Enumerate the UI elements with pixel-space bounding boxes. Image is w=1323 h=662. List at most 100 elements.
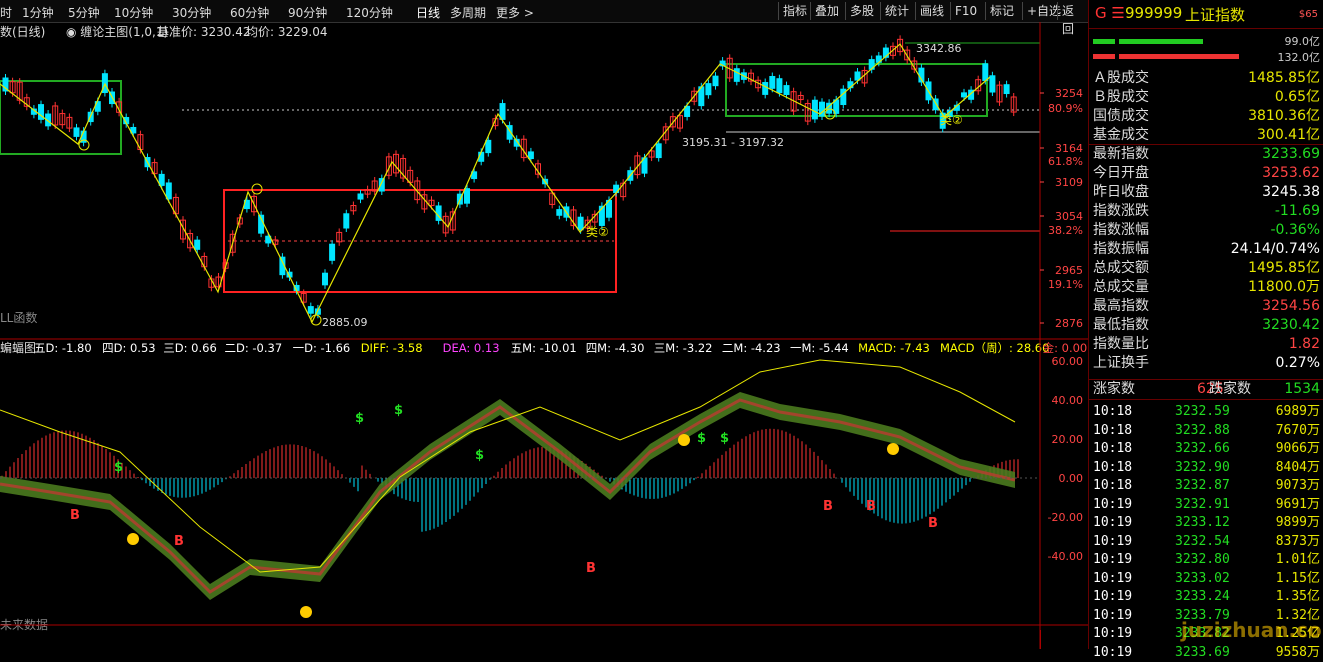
tick-volume: 7670万 xyxy=(1275,422,1320,438)
stat-value: 11800.0万 xyxy=(1248,279,1320,295)
tick-time: 10:18 xyxy=(1093,459,1133,475)
badge: $65 xyxy=(1298,9,1318,20)
tick-price: 3233.02 xyxy=(1175,570,1230,586)
chart-area[interactable]: 数(日线) ◉ 缠论主图(1,0,1)基准价: 3230.42均价: 3229.0… xyxy=(0,22,1088,649)
legend-item: DEA: 0.13 xyxy=(443,341,500,355)
watermark: juzizhuan.com xyxy=(1181,618,1323,642)
stat-value: 3254.56 xyxy=(1262,298,1320,314)
stat-row: 总成交量 11800.0万 xyxy=(1089,278,1323,297)
buy-signal: B xyxy=(70,508,80,523)
legend-item: 二M: -4.23 xyxy=(722,341,781,355)
tick-row: 10:18 3232.66 9066万 xyxy=(1089,439,1323,458)
legend-item: 五D: -1.80 xyxy=(34,341,92,355)
tick-row: 10:18 3232.88 7670万 xyxy=(1089,421,1323,440)
stat-row: 上证换手 0.27% xyxy=(1089,354,1323,373)
tick-time: 10:19 xyxy=(1093,552,1133,567)
stat-value: 24.14/0.74% xyxy=(1230,241,1320,257)
down-count: 1534 xyxy=(1284,381,1320,397)
period-tab[interactable]: 10分钟 xyxy=(114,4,153,21)
toolbar-button[interactable]: F10 xyxy=(950,2,981,20)
tick-volume: 9066万 xyxy=(1275,441,1320,456)
period-tab[interactable]: 60分钟 xyxy=(230,4,269,21)
sub-y-tick: -40.00 xyxy=(1048,550,1083,563)
period-tab[interactable]: 120分钟 xyxy=(346,4,393,21)
toolbar-button[interactable]: 标记 xyxy=(985,2,1018,20)
tick-price: 3233.24 xyxy=(1175,589,1230,604)
tick-price: 3232.91 xyxy=(1175,496,1230,512)
volume-bar-red-2 xyxy=(1119,54,1239,59)
tick-volume: 9073万 xyxy=(1275,478,1320,493)
bar2-value: 132.0亿 xyxy=(1277,51,1321,64)
face-icon xyxy=(887,443,899,455)
buy-signal: B xyxy=(174,534,184,549)
tick-time: 10:18 xyxy=(1093,404,1133,419)
tick-price: 3233.69 xyxy=(1175,644,1230,660)
toolbar-button[interactable]: 多股 xyxy=(845,2,878,20)
stat-label: 指数量比 xyxy=(1093,336,1149,352)
period-tab[interactable]: 5分钟 xyxy=(68,4,100,21)
tick-time: 10:19 xyxy=(1093,607,1133,623)
tick-price: 3232.90 xyxy=(1175,459,1230,475)
pct-tick: 61.8% xyxy=(1048,155,1083,168)
bat-indicator-chart: 蝙蝠图五D: -1.80 四D: 0.53 三D: 0.66 二D: -0.37 一D:… xyxy=(0,340,1087,632)
tick-volume: 1.15亿 xyxy=(1275,570,1320,586)
tick-row: 10:19 3232.54 8373万 xyxy=(1089,532,1323,551)
tick-price: 3232.87 xyxy=(1175,478,1230,493)
pct-tick: 38.2% xyxy=(1048,224,1083,237)
legend-item: MACD（周）: 28.60 xyxy=(940,341,1049,355)
tick-price: 3232.59 xyxy=(1175,404,1230,419)
main-title: 数(日线) xyxy=(0,24,45,39)
period-tab-bottom[interactable] xyxy=(1040,630,1089,649)
indicator-label: ◉ 缠论主图(1,0,1) xyxy=(66,24,168,39)
chan-label: 类② xyxy=(586,225,609,239)
zigzag-line xyxy=(0,43,991,324)
stat-value: 3253.62 xyxy=(1262,165,1320,181)
period-tab[interactable]: 1分钟 xyxy=(22,4,54,21)
sub-y-tick: 0.00 xyxy=(1059,472,1084,485)
stat-row: 昨日收盘 3245.38 xyxy=(1089,183,1323,202)
tick-volume: 6989万 xyxy=(1275,404,1320,419)
pct-tick: 80.9% xyxy=(1048,102,1083,115)
stat-label: 指数振幅 xyxy=(1093,241,1149,257)
face-icon xyxy=(127,533,139,545)
toolbar-button[interactable]: 指标 xyxy=(778,2,811,20)
stat-label: 国债成交 xyxy=(1093,108,1149,124)
period-tab[interactable]: 90分钟 xyxy=(288,4,327,21)
tick-volume: 1.35亿 xyxy=(1275,589,1320,604)
stat-row: 今日开盘 3253.62 xyxy=(1089,164,1323,183)
main-bottom-label: LL函数 xyxy=(0,310,37,325)
tick-volume: 9558万 xyxy=(1275,644,1320,660)
up-label: 涨家数 xyxy=(1093,381,1135,397)
price-tick: 3109 xyxy=(1055,176,1083,189)
tick-time: 10:18 xyxy=(1093,441,1133,456)
buy-signal: B xyxy=(928,516,938,531)
stat-value: 3245.38 xyxy=(1262,184,1320,200)
stat-label: Ｂ股成交 xyxy=(1093,89,1149,105)
candle-body xyxy=(655,143,662,159)
toolbar-button[interactable]: 返回 xyxy=(1057,2,1088,36)
buy-signal: B xyxy=(823,499,833,514)
dollar-signal: $ xyxy=(114,460,123,475)
toolbar-button[interactable]: 统计 xyxy=(880,2,913,20)
candle-body xyxy=(712,75,719,87)
period-tab[interactable]: 日线 xyxy=(416,4,440,21)
toolbar-button[interactable]: 叠加 xyxy=(810,2,843,20)
sub-y-tick: -20.00 xyxy=(1048,511,1083,524)
tick-time: 10:19 xyxy=(1093,515,1133,530)
dollar-signal: $ xyxy=(475,448,484,463)
period-tab[interactable]: 30分钟 xyxy=(172,4,211,21)
tick-price: 3232.54 xyxy=(1175,533,1230,549)
period-tab[interactable]: 多周期 xyxy=(450,4,486,21)
tick-row: 10:18 3232.87 9073万 xyxy=(1089,476,1323,495)
toolbar-button[interactable]: 画线 xyxy=(915,2,948,20)
x-axis xyxy=(0,628,1040,649)
stat-value: 3233.69 xyxy=(1262,146,1320,162)
stat-value: -11.69 xyxy=(1274,203,1320,219)
period-tab[interactable]: 时 xyxy=(0,4,12,21)
stat-label: 上证换手 xyxy=(1093,355,1149,371)
stat-row: 总成交额 1495.85亿 xyxy=(1089,259,1323,278)
legend-item: 三D: 0.66 xyxy=(163,341,217,355)
buy-signal: B xyxy=(866,499,876,514)
period-tab[interactable]: 更多 > xyxy=(496,4,534,21)
tick-volume: 8404万 xyxy=(1275,459,1320,475)
